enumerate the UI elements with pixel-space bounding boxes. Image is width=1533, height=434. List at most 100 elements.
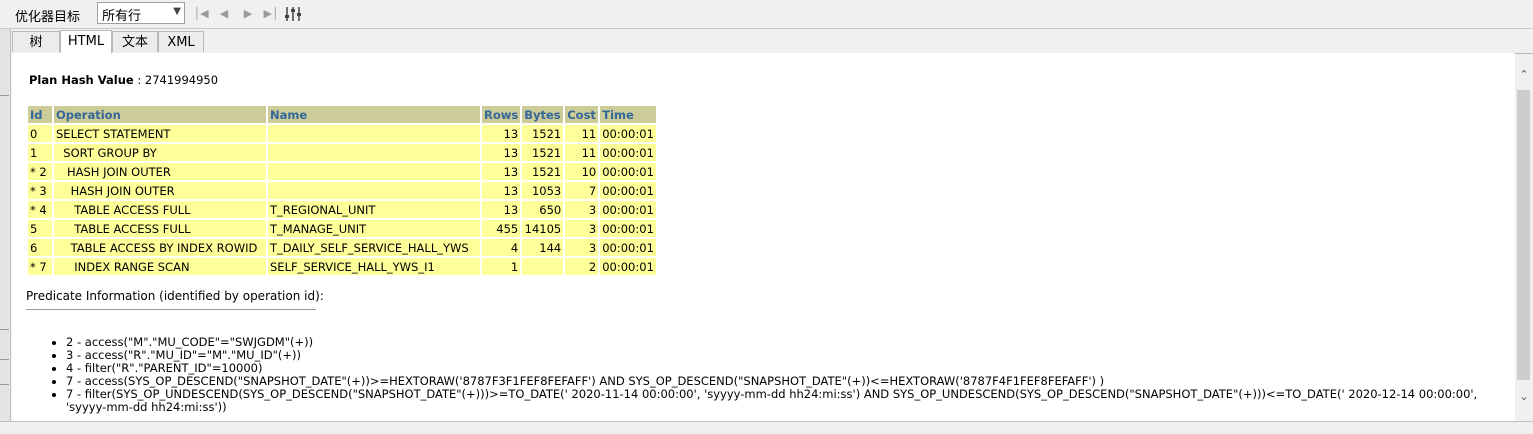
predicate-item: 3 - access("R"."MU_ID"="M"."MU_ID"(+)) [66, 349, 1486, 362]
predicate-list: 2 - access("M"."MU_CODE"="SWJGDM"(+))3 -… [28, 336, 1486, 414]
cell-operation: INDEX RANGE SCAN [54, 258, 266, 275]
cell-time: 00:00:01 [600, 125, 656, 142]
table-row: * 4 TABLE ACCESS FULL T_REGIONAL_UNIT 13 65… [28, 201, 656, 218]
cell-cost: 11 [565, 144, 599, 161]
cell-cost: 10 [565, 163, 599, 180]
gutter-divider [0, 384, 9, 385]
filter-columns-icon[interactable] [283, 4, 303, 24]
cell-id: * 2 [28, 163, 52, 180]
col-name: Name [268, 106, 480, 123]
gutter-divider [0, 359, 9, 360]
execution-plan-table: Id Operation Name Rows Bytes Cost Time 0… [26, 104, 658, 277]
table-row: 1 SORT GROUP BY 13 1521 11 00:00:01 [28, 144, 656, 161]
cell-cost: 3 [565, 239, 599, 256]
cell-cost: 11 [565, 125, 599, 142]
cell-bytes: 1053 [522, 182, 564, 199]
scroll-down-icon[interactable]: ⌄ [1515, 388, 1533, 406]
cell-operation: HASH JOIN OUTER [54, 182, 266, 199]
cell-time: 00:00:01 [600, 182, 656, 199]
cell-cost: 3 [565, 220, 599, 237]
cell-rows: 13 [482, 201, 521, 218]
cell-rows: 13 [482, 125, 521, 142]
tab-text[interactable]: 文本 [112, 31, 158, 52]
cell-bytes: 1521 [522, 125, 564, 142]
table-row: * 2 HASH JOIN OUTER 13 1521 10 00:00:01 [28, 163, 656, 180]
predicate-item: 7 - filter(SYS_OP_UNDESCEND(SYS_OP_DESCE… [66, 388, 1486, 414]
col-rows: Rows [482, 106, 521, 123]
scroll-up-icon[interactable]: ⌃ [1515, 66, 1533, 84]
scrollbar-thumb[interactable] [1517, 90, 1530, 380]
cell-id: 6 [28, 239, 52, 256]
rows-select[interactable]: 所有行 ▼ [97, 2, 185, 24]
cell-operation: TABLE ACCESS FULL [54, 201, 266, 218]
cell-name: T_DAILY_SELF_SERVICE_HALL_YWS [268, 239, 480, 256]
first-page-icon[interactable]: │◀ [192, 5, 210, 23]
gutter-divider [0, 95, 9, 96]
cell-bytes: 650 [522, 201, 564, 218]
left-panel-edge [0, 29, 11, 429]
cell-cost: 7 [565, 182, 599, 199]
cell-cost: 3 [565, 201, 599, 218]
cell-time: 00:00:01 [600, 239, 656, 256]
cell-name: T_REGIONAL_UNIT [268, 201, 480, 218]
cell-time: 00:00:01 [600, 220, 656, 237]
plan-hash: Plan Hash Value : 2741994950 [29, 73, 218, 87]
cell-cost: 2 [565, 258, 599, 275]
col-operation: Operation [54, 106, 266, 123]
cell-rows: 13 [482, 182, 521, 199]
table-row: * 7 INDEX RANGE SCAN SELF_SERVICE_HALL_YW… [28, 258, 656, 275]
view-tabs: 树 HTML 文本 XML [12, 30, 1533, 54]
cell-time: 00:00:01 [600, 258, 656, 275]
gutter-divider [0, 329, 9, 330]
table-row: 0 SELECT STATEMENT 13 1521 11 00:00:01 [28, 125, 656, 142]
predicate-title: Predicate Information (identified by ope… [26, 289, 324, 303]
predicate-divider [26, 309, 316, 310]
table-row: * 3 HASH JOIN OUTER 13 1053 7 00:00:01 [28, 182, 656, 199]
next-page-icon[interactable]: ▶ [239, 5, 257, 23]
cell-id: 5 [28, 220, 52, 237]
cell-operation: HASH JOIN OUTER [54, 163, 266, 180]
bottom-strip [0, 421, 1533, 434]
cell-bytes: 144 [522, 239, 564, 256]
cell-time: 00:00:01 [600, 163, 656, 180]
toolbar: 优化器目标 所有行 ▼ │◀ ◀ ▶ ▶│ [0, 0, 1533, 29]
cell-time: 00:00:01 [600, 201, 656, 218]
cell-rows: 4 [482, 239, 521, 256]
table-row: 6 TABLE ACCESS BY INDEX ROWID T_DAILY_SEL… [28, 239, 656, 256]
cell-id: 1 [28, 144, 52, 161]
cell-operation: SORT GROUP BY [54, 144, 266, 161]
cell-rows: 13 [482, 144, 521, 161]
optimizer-goal-label: 优化器目标 [15, 10, 81, 25]
col-bytes: Bytes [522, 106, 564, 123]
plan-hash-value: 2741994950 [144, 73, 219, 87]
cell-operation: TABLE ACCESS BY INDEX ROWID [54, 239, 266, 256]
plan-hash-label: Plan Hash Value [29, 73, 134, 87]
cell-rows: 1 [482, 258, 521, 275]
last-page-icon[interactable]: ▶│ [262, 5, 280, 23]
tab-html[interactable]: HTML [60, 30, 112, 53]
cell-id: * 4 [28, 201, 52, 218]
cell-id: * 3 [28, 182, 52, 199]
cell-operation: SELECT STATEMENT [54, 125, 266, 142]
tab-tree[interactable]: 树 [12, 31, 60, 52]
col-id: Id [28, 106, 52, 123]
rows-select-value: 所有行 [102, 9, 142, 24]
cell-name [268, 144, 480, 161]
tab-xml[interactable]: XML [158, 31, 204, 52]
cell-name [268, 182, 480, 199]
col-time: Time [600, 106, 656, 123]
chevron-down-icon: ▼ [173, 6, 181, 17]
cell-bytes: 1521 [522, 144, 564, 161]
cell-operation: TABLE ACCESS FULL [54, 220, 266, 237]
cell-bytes: 1521 [522, 163, 564, 180]
cell-bytes [522, 258, 564, 275]
vertical-scrollbar[interactable]: ⌃ ⌄ [1515, 66, 1533, 408]
prev-page-icon[interactable]: ◀ [215, 5, 233, 23]
plan-hash-separator: : [133, 73, 145, 87]
cell-name [268, 125, 480, 142]
cell-name: T_MANAGE_UNIT [268, 220, 480, 237]
cell-rows: 13 [482, 163, 521, 180]
cell-name [268, 163, 480, 180]
cell-id: 0 [28, 125, 52, 142]
cell-bytes: 14105 [522, 220, 564, 237]
